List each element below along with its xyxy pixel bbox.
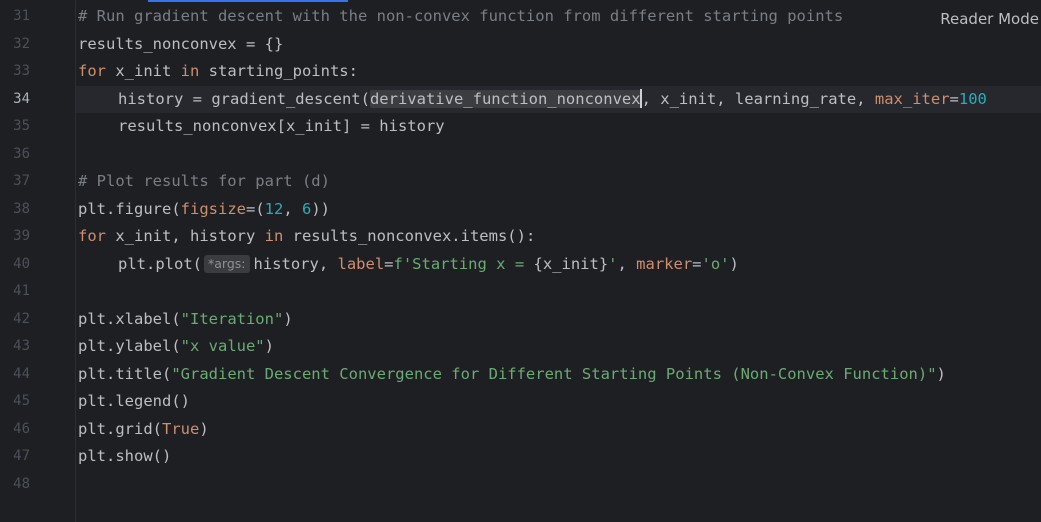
line-number: 40 [13,255,30,272]
line-number: 47 [13,448,30,464]
code-line-38[interactable]: plt.figure(figsize=(12, 6)) [76,196,1041,224]
number-literal: 100 [958,89,987,108]
line-number: 38 [13,200,30,217]
line-number: 31 [13,8,30,24]
line-number: 42 [13,310,30,327]
code-text: {x_init} [533,254,609,273]
code-line-40[interactable]: plt.plot(*args: history, label=f'Starting… [76,251,1041,279]
code-text: , [283,199,302,218]
code-text: ) [729,254,739,273]
number-literal: 12 [264,199,284,218]
line-number: 48 [13,475,30,492]
code-text: ) [264,337,274,355]
code-area[interactable]: # Run gradient descent with the non-conv… [76,0,1041,522]
code-line-36[interactable] [76,141,1041,169]
string-literal: f'Starting x = [393,254,534,273]
code-text: plt.xlabel( [78,309,181,328]
line-number: 44 [13,365,30,382]
code-line-39[interactable]: for x_init, history in results_nonconvex… [76,223,1041,251]
line-number: 46 [13,420,30,437]
code-line-45[interactable]: plt.legend() [76,388,1041,416]
code-editor[interactable]: 31 32 33 34 35 36 37 38 39 40 41 42 43 4… [0,0,1041,522]
comment: # Run gradient descent with the non-conv… [78,7,844,25]
code-text: , [617,254,637,273]
code-text: plt.title( [78,364,172,383]
code-text: results_nonconvex[x_init] = history [118,117,445,135]
code-text: results_nonconvex.items(): [283,227,536,245]
code-line-32[interactable]: results_nonconvex = {} [76,31,1041,59]
code-text: = [692,254,702,273]
code-text: plt.show() [78,447,172,465]
code-text: ) [199,419,209,438]
code-line-37[interactable]: # Plot results for part (d) [76,168,1041,196]
param-name: max_iter [874,89,950,108]
code-line-46[interactable]: plt.grid(True) [76,416,1041,444]
identifier-highlight: derivative_function_nonconvex [369,89,641,108]
code-line-35[interactable]: results_nonconvex[x_init] = history [76,113,1041,141]
code-text: results_nonconvex = {} [78,34,284,53]
code-text: , x_init, learning_rate, [641,89,875,108]
code-text: history, [253,254,338,273]
code-text: plt.plot( [118,254,202,273]
code-text: )) [311,199,331,218]
param-name: label [337,254,385,273]
keyword-true: True [162,419,200,438]
code-text: = [384,254,394,273]
reader-mode-button[interactable]: Reader Mode [932,8,1041,30]
param-name: marker [636,254,693,273]
code-text: plt.grid( [78,419,162,438]
code-line-43[interactable]: plt.ylabel("x value") [76,333,1041,361]
string-literal: "x value" [180,337,265,355]
code-text: plt.figure( [78,199,181,218]
line-number-current: 34 [13,90,30,107]
string-literal: "Gradient Descent Convergence for Differ… [171,364,937,383]
keyword-for: for [78,227,106,245]
comment: # Plot results for part (d) [78,172,330,190]
param-name: figsize [180,199,246,218]
string-literal: ' [608,254,618,273]
code-line-33[interactable]: for x_init in starting_points: [76,58,1041,86]
keyword-in: in [264,227,284,245]
code-text: history = gradient_descent( [118,89,370,108]
code-text: x_init [106,62,181,80]
number-literal: 6 [302,199,312,218]
code-text: = [949,89,959,108]
code-text: =( [245,199,265,218]
code-text: ) [936,364,946,383]
code-line-47[interactable]: plt.show() [76,443,1041,471]
line-number: 45 [13,393,30,409]
string-literal: "Iteration" [180,309,284,328]
code-text: x_init, history [106,227,265,245]
code-line-31[interactable]: # Run gradient descent with the non-conv… [76,3,1041,31]
code-text: plt.legend() [78,392,190,410]
code-line-42[interactable]: plt.xlabel("Iteration") [76,306,1041,334]
line-number: 33 [13,63,30,79]
code-line-44[interactable]: plt.title("Gradient Descent Convergence … [76,361,1041,389]
line-number: 43 [13,338,30,354]
string-literal: 'o' [701,254,730,273]
code-line-41[interactable] [76,278,1041,306]
parameter-hint: *args: [204,254,250,273]
code-line-48[interactable] [76,471,1041,499]
line-number-gutter[interactable]: 31 32 33 34 35 36 37 38 39 40 41 42 43 4… [0,0,76,522]
code-text: starting_points: [199,62,358,80]
code-line-34-current[interactable]: history = gradient_descent(derivative_fu… [76,85,1041,113]
line-number: 32 [13,35,30,52]
keyword-for: for [78,62,106,80]
line-number: 35 [13,118,30,134]
line-number: 36 [13,145,30,162]
line-number: 37 [13,173,30,189]
keyword-in: in [180,62,200,80]
line-number: 41 [13,283,30,299]
line-number: 39 [13,228,30,244]
code-text: plt.ylabel( [78,337,181,355]
code-text: ) [283,309,293,328]
